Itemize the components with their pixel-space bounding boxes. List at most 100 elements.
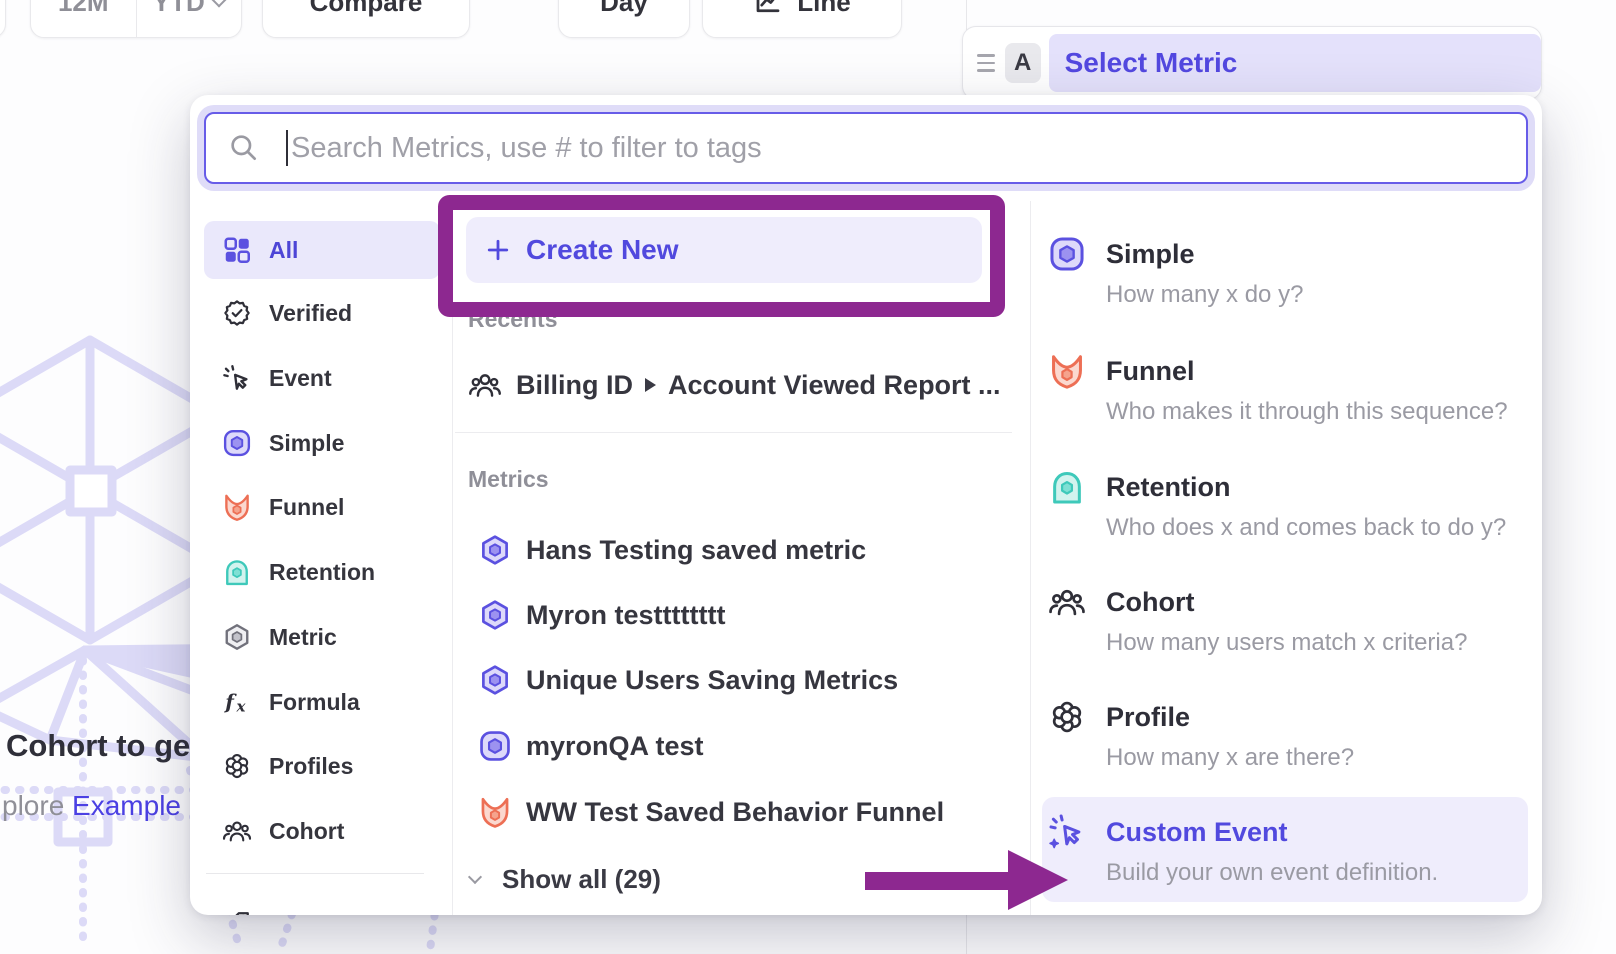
sidebar-item-event[interactable]: Event [204,349,440,407]
text-cursor [286,130,288,166]
saved-metric-hexagon-icon [478,663,512,697]
grid-icon [222,235,252,265]
type-description: Who makes it through this sequence? [1106,392,1518,432]
type-option-simple[interactable]: Simple How many x do y? [1048,233,1518,315]
sidebar-item-label: Formula [269,689,360,716]
type-title: Custom Event [1106,811,1518,853]
profiles-icon [1048,698,1086,736]
compare-label: Compare [310,0,423,18]
saved-metric-hexagon-icon [478,598,512,632]
type-title: Profile [1106,696,1518,738]
range-ytd-label: YTD [153,0,205,18]
sidebar-divider [452,201,453,915]
sidebar-item-label: Event [269,365,332,392]
type-description: How many x are there? [1106,738,1518,778]
custom-event-icon [1048,813,1086,851]
cohort-icon [222,816,252,846]
event-cursor-icon [222,363,252,393]
search-input[interactable]: Search Metrics, use # to filter to tags [204,112,1528,184]
range-12m-label: 12M [58,0,109,18]
recent-item-cohort-name: Billing ID [516,370,633,401]
metric-query-row: A Select Metric [962,26,1542,100]
sidebar-item-label: All [269,237,298,264]
sidebar-item-label: Verified [269,300,352,327]
sidebar-item-label: Retention [269,559,375,586]
sidebar-item-tags-clipped[interactable]: Tags [204,895,440,915]
tag-icon [222,909,252,915]
retention-icon [1048,468,1086,506]
metrics-section-label: Metrics [468,466,549,493]
interval-day-button[interactable]: Day [558,0,690,38]
cohort-icon [468,368,502,402]
funnel-icon [478,795,512,829]
sidebar-item-funnel[interactable]: Funnel [204,478,440,536]
line-chart-icon [753,0,783,17]
type-title: Simple [1106,233,1518,275]
chart-type-line-label: Line [797,0,850,18]
sidebar-item-label: Simple [269,430,344,457]
sidebar-item-label: Metric [269,624,337,651]
show-all-button[interactable]: Show all (29) [470,857,661,901]
sidebar-item-label: Tags [269,911,321,916]
simple-metric-icon [478,729,512,763]
drag-handle-icon[interactable] [977,54,995,72]
metric-name: myronQA test [526,731,704,762]
search-icon [228,132,260,164]
type-description: How many x do y? [1106,275,1518,315]
sidebar-item-label: Cohort [269,818,344,845]
recent-item-event-name: Account Viewed Report ... [668,370,1001,401]
date-range-segment: 12M YTD [30,0,242,38]
sidebar-item-formula[interactable]: Formula [204,673,440,731]
sidebar-item-verified[interactable]: Verified [204,284,440,342]
recent-item[interactable]: Billing ID Account Viewed Report ... [468,363,1001,407]
retention-icon [222,557,252,587]
metric-name: WW Test Saved Behavior Funnel [526,797,944,828]
chart-type-line-button[interactable]: Line [702,0,902,38]
canvas-headline-fragment: Cohort to ge [6,728,190,764]
sidebar-item-simple[interactable]: Simple [204,414,440,472]
columns-divider [1030,201,1031,915]
metric-list-item[interactable]: Hans Testing saved metric [478,528,866,572]
app-canvas: Cohort to ge plore Example Re 12M YTD Co… [0,0,1616,954]
search-placeholder: Search Metrics, use # to filter to tags [291,132,762,165]
sidebar-item-retention[interactable]: Retention [204,543,440,601]
sidebar-item-label: Funnel [269,494,344,521]
select-metric-pill[interactable]: Select Metric [1049,34,1541,92]
explore-text-fragment: plore [2,790,72,821]
middle-section-divider [455,432,1012,433]
recents-section-label: Recents [468,306,557,333]
type-description: Who does x and comes back to do y? [1106,508,1518,548]
show-all-label: Show all (29) [502,864,661,895]
type-option-funnel[interactable]: Funnel Who makes it through this sequenc… [1048,350,1518,432]
range-12m-button[interactable]: 12M [31,0,136,37]
chevron-down-icon [210,0,227,7]
create-new-button[interactable]: Create New [466,217,982,283]
metric-name: Myron testttttttt [526,600,725,631]
metric-list-item[interactable]: Unique Users Saving Metrics [478,658,898,702]
type-option-retention[interactable]: Retention Who does x and comes back to d… [1048,466,1518,548]
compare-button[interactable]: Compare [262,0,470,38]
toolbar-edge-button[interactable] [0,0,6,38]
simple-metric-icon [1048,235,1086,273]
sidebar-section-divider [206,873,424,874]
sidebar-item-metric[interactable]: Metric [204,608,440,666]
sidebar-item-cohort[interactable]: Cohort [204,802,440,860]
type-title: Funnel [1106,350,1518,392]
metric-list-item[interactable]: myronQA test [478,724,704,768]
type-title: Retention [1106,466,1518,508]
range-ytd-button[interactable]: YTD [136,0,242,37]
verified-badge-icon [222,298,252,328]
type-option-cohort[interactable]: Cohort How many users match x criteria? [1048,581,1518,663]
type-description: How many users match x criteria? [1106,623,1518,663]
metric-list-item[interactable]: WW Test Saved Behavior Funnel [478,790,944,834]
cohort-icon [1048,583,1086,621]
metric-selector-modal: Search Metrics, use # to filter to tags … [190,95,1542,915]
metric-name: Unique Users Saving Metrics [526,665,898,696]
type-option-custom-event[interactable]: Custom Event Build your own event defini… [1048,811,1518,893]
simple-metric-icon [222,428,252,458]
funnel-icon [222,492,252,522]
type-option-profile[interactable]: Profile How many x are there? [1048,696,1518,778]
metric-list-item[interactable]: Myron testttttttt [478,593,725,637]
sidebar-item-profiles[interactable]: Profiles [204,737,440,795]
sidebar-item-all[interactable]: All [204,221,440,279]
